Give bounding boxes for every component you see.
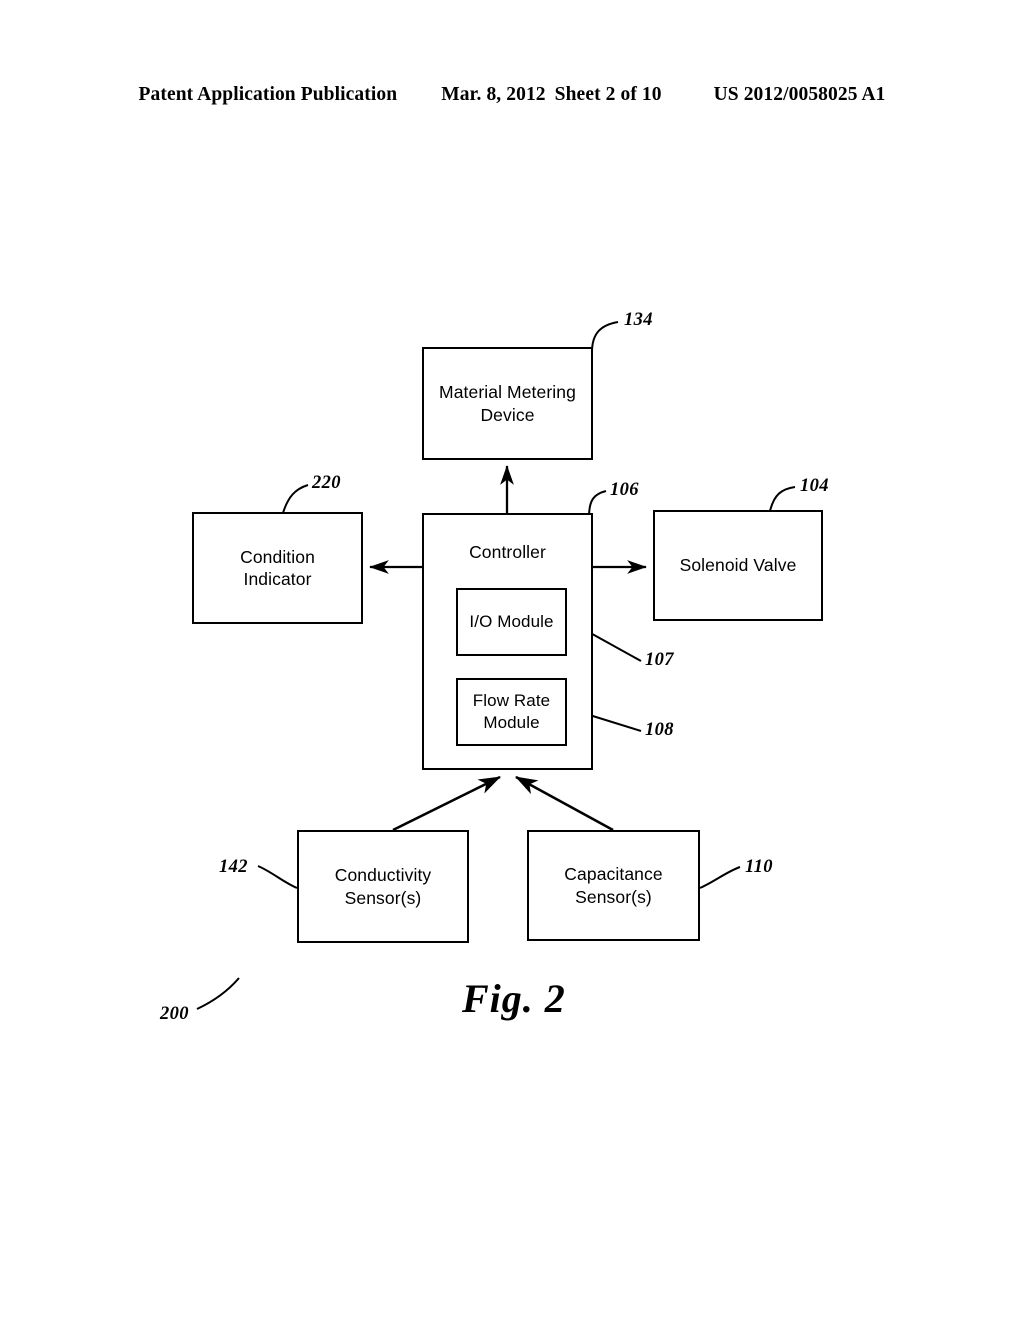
solenoid-label: Solenoid Valve: [679, 555, 797, 576]
node-io-module[interactable]: I/O Module: [456, 588, 567, 656]
reference-numeral-220: 220: [312, 473, 341, 493]
metering-label-line1: Material Metering: [439, 382, 576, 403]
leader-line-142: [257, 865, 298, 889]
reference-numeral-106: 106: [610, 480, 639, 500]
metering-label-line2: Device: [480, 404, 535, 425]
controller-label: Controller: [469, 542, 546, 562]
reference-numeral-142: 142: [219, 857, 248, 877]
node-material-metering-device[interactable]: Material Metering Device: [422, 347, 593, 460]
connector-conductivity-to-controller: [392, 775, 501, 832]
capacitance-label-line1: Capacitance: [564, 864, 663, 885]
condition-label-line2: Indicator: [243, 569, 312, 589]
node-capacitance-sensors[interactable]: Capacitance Sensor(s): [527, 830, 700, 941]
node-flow-rate-module[interactable]: Flow Rate Module: [456, 678, 567, 746]
leader-line-104: [769, 486, 796, 512]
leader-line-110: [699, 866, 741, 889]
conductivity-label-line2: Sensor(s): [344, 887, 422, 908]
figure-caption: Fig. 2: [462, 976, 566, 1021]
reference-numeral-200: 200: [160, 1004, 189, 1024]
leader-line-134: [591, 321, 619, 353]
reference-numeral-110: 110: [745, 857, 773, 877]
flowrate-label-line1: Flow Rate: [472, 691, 551, 711]
leader-line-220: [282, 484, 309, 514]
reference-numeral-107: 107: [645, 650, 674, 670]
conductivity-label-line1: Conductivity: [334, 865, 432, 886]
node-solenoid-valve[interactable]: Solenoid Valve: [653, 510, 823, 621]
capacitance-label-line2: Sensor(s): [575, 886, 652, 907]
reference-numeral-104: 104: [800, 476, 829, 496]
io-module-label: I/O Module: [469, 612, 554, 632]
flowrate-label-line2: Module: [483, 713, 540, 732]
condition-label-line1: Condition: [240, 546, 315, 567]
leader-line-200: [196, 977, 240, 1010]
reference-numeral-108: 108: [645, 720, 674, 740]
node-condition-indicator[interactable]: Condition Indicator: [192, 512, 363, 624]
reference-numeral-134: 134: [624, 310, 653, 330]
node-conductivity-sensors[interactable]: Conductivity Sensor(s): [297, 830, 469, 943]
connector-capacitance-to-controller: [515, 775, 614, 832]
